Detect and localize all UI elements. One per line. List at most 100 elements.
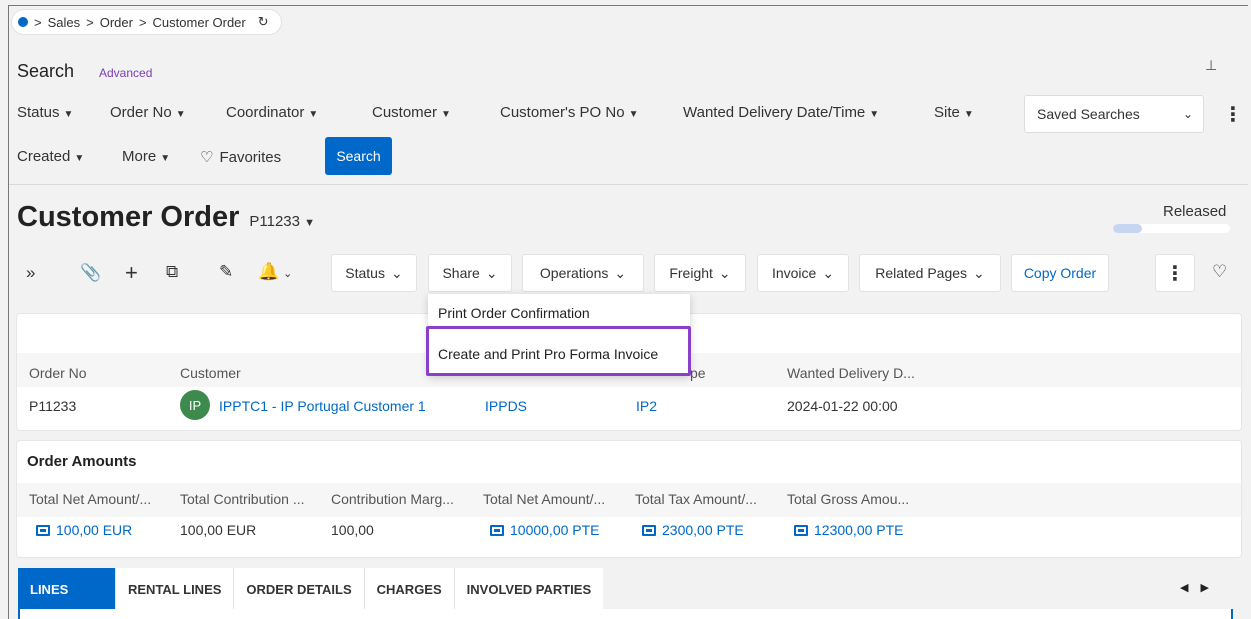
tab-rental-lines[interactable]: RENTAL LINES [116,568,235,610]
amount-label: Total Gross Amou... [787,491,910,507]
expand-panel-icon[interactable]: » [26,263,35,283]
caret-down-icon: ▼ [963,109,974,120]
order-no-label: Order No [29,365,87,381]
page-title: Customer Order P11233 ▼ [17,201,315,234]
column-4-link[interactable]: IP2 [636,398,657,414]
lines-panel [18,609,1233,619]
search-more-icon[interactable]: ⋮ [1223,102,1243,127]
amount-value: 100,00 EUR [180,522,257,538]
advanced-search-link[interactable]: Advanced [99,66,152,80]
order-amounts-title: Order Amounts [27,453,137,470]
breadcrumb-separator-icon: > [86,14,94,30]
saved-searches-label: Saved Searches [1037,106,1140,122]
home-icon[interactable] [18,17,28,27]
chevron-down-icon: ⌄ [973,264,985,281]
wanted-delivery-value: 2024-01-22 00:00 [787,398,898,414]
chevron-down-icon: ⌄ [283,268,293,280]
tab-scroll-arrows: ◀▶ [1180,581,1221,594]
chevron-down-icon: ⌄ [614,264,627,281]
caret-down-icon: ▼ [304,217,316,229]
bell-icon[interactable]: 🔔 ⌄ [258,262,292,282]
arrow-right-icon[interactable]: ▶ [1200,582,1220,594]
caret-down-icon: ▼ [175,109,186,120]
amount-label: Contribution Marg... [331,491,454,507]
screen-icon [490,524,504,536]
caret-down-icon: ▼ [441,109,451,120]
tab-order-details[interactable]: ORDER DETAILS [234,568,365,610]
filter-created[interactable]: Created ▼ [17,148,84,165]
caret-down-icon: ▼ [160,153,171,164]
pin-icon[interactable]: ⊥ [1205,57,1217,74]
more-actions-icon[interactable]: ⋮ [1155,254,1195,292]
add-icon[interactable]: + [125,260,138,286]
status-badge: Released [1163,203,1227,220]
amount-link[interactable]: 2300,00 PTE [642,522,744,538]
screen-icon [794,524,808,536]
status-progress-fill [1113,224,1143,233]
tab-bar: LINES RENTAL LINES ORDER DETAILS CHARGES… [18,568,604,610]
filter-customer[interactable]: Customer ▼ [372,104,451,121]
caret-down-icon: ▼ [308,109,319,120]
filter-customers-po-no[interactable]: Customer's PO No ▼ [500,104,638,121]
invoice-menu-button[interactable]: Invoice ⌄ [757,254,849,292]
chevron-down-icon: ⌄ [822,264,835,281]
share-menu-button[interactable]: Share ⌄ [428,254,512,292]
filter-wanted-delivery[interactable]: Wanted Delivery Date/Time ▼ [683,104,879,121]
breadcrumb-separator-icon: > [34,14,42,30]
edit-icon[interactable]: ✎ [219,262,233,282]
operations-menu-button[interactable]: Operations ⌄ [522,254,644,292]
filter-more[interactable]: More ▼ [122,148,170,165]
favorites-filter[interactable]: ♡ Favorites [200,148,281,166]
amount-link[interactable]: 100,00 EUR [36,522,132,538]
avatar: IP [180,390,210,420]
screen-icon [36,524,50,536]
customer-label: Customer [180,365,241,381]
arrow-left-icon[interactable]: ◀ [1180,582,1200,594]
column-3-link[interactable]: IPPDS [485,398,527,414]
amount-label: Total Net Amount/... [483,491,606,507]
amount-link[interactable]: 10000,00 PTE [490,522,600,538]
breadcrumb-item-customer-order[interactable]: Customer Order [153,15,246,30]
search-button[interactable]: Search [325,137,392,175]
related-pages-menu-button[interactable]: Related Pages ⌄ [859,254,1001,292]
status-progress-bar [1113,224,1230,233]
tab-lines[interactable]: LINES [18,568,116,610]
wanted-delivery-label: Wanted Delivery D... [787,365,915,381]
page-title-text: Customer Order [17,201,240,233]
status-menu-button[interactable]: Status ⌄ [331,254,417,292]
caret-down-icon: ▼ [869,109,880,120]
caret-down-icon: ▼ [74,153,85,164]
refresh-icon[interactable]: ↻ [258,14,269,30]
chevron-down-icon: ⌄ [390,264,403,281]
chevron-down-icon: ⌄ [485,264,498,281]
breadcrumb-item-sales[interactable]: Sales [48,15,81,30]
breadcrumb: > Sales > Order > Customer Order ↻ [12,10,281,34]
amount-label: Total Tax Amount/... [635,491,757,507]
caret-down-icon: ▼ [63,109,74,120]
filter-order-no[interactable]: Order No ▼ [110,104,186,121]
amount-link[interactable]: 12300,00 PTE [794,522,904,538]
breadcrumb-item-order[interactable]: Order [100,15,133,30]
customer-link[interactable]: IPPTC1 - IP Portugal Customer 1 [219,398,426,414]
amount-value: 100,00 [331,522,374,538]
amount-label: Total Net Amount/... [29,491,152,507]
caret-down-icon: ▼ [628,109,639,120]
tab-involved-parties[interactable]: INVOLVED PARTIES [454,568,604,610]
filter-coordinator[interactable]: Coordinator ▼ [226,104,318,121]
order-no-value: P11233 [29,398,77,414]
paperclip-icon[interactable]: 📎 [80,263,101,283]
menu-item-print-order-confirmation[interactable]: Print Order Confirmation [438,305,590,321]
saved-searches-select[interactable]: Saved Searches ⌄ [1024,95,1204,133]
divider [9,184,1248,185]
duplicate-icon[interactable]: ⧉ [166,262,178,282]
amount-label: Total Contribution ... [180,491,305,507]
freight-menu-button[interactable]: Freight ⌄ [654,254,746,292]
filter-status[interactable]: Status ▼ [17,104,73,121]
record-selector[interactable]: P11233 ▼ [249,213,315,230]
tab-charges[interactable]: CHARGES [364,568,455,610]
column-4-label-fragment: pe [690,365,706,381]
copy-order-button[interactable]: Copy Order [1011,254,1109,292]
heart-icon[interactable]: ♡ [1212,262,1227,282]
filter-site[interactable]: Site ▼ [934,104,974,121]
breadcrumb-separator-icon: > [138,14,147,30]
